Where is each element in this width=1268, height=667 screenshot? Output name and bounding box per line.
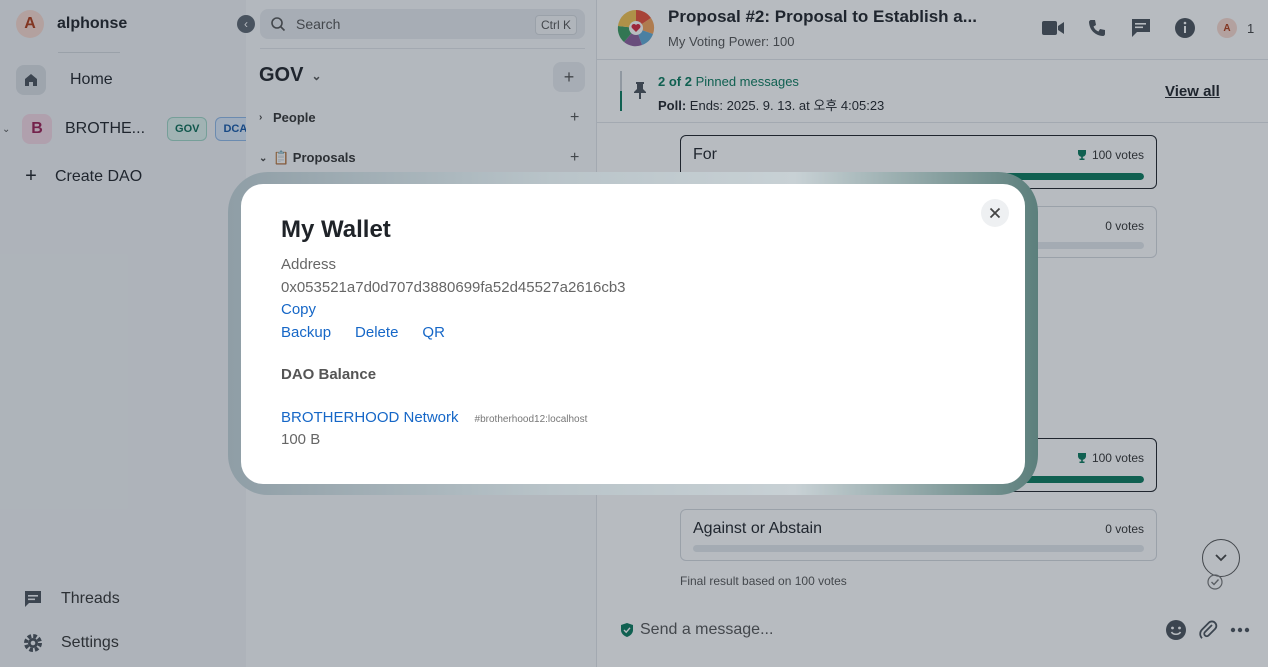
dao-balance-heading: DAO Balance	[281, 366, 377, 383]
qr-link[interactable]: QR	[422, 324, 445, 341]
delete-link[interactable]: Delete	[355, 324, 398, 341]
wallet-address: 0x053521a7d0d707d3880699fa52d45527a2616c…	[281, 279, 626, 296]
wallet-actions: Backup Delete QR	[281, 324, 469, 341]
dialog-title: My Wallet	[281, 216, 391, 243]
copy-address-link[interactable]: Copy	[281, 301, 316, 318]
dao-balance-value: 100 B	[281, 431, 321, 448]
address-label: Address	[281, 256, 337, 273]
close-icon	[989, 207, 1001, 219]
wallet-dialog: My Wallet Address 0x053521a7d0d707d38806…	[241, 184, 1025, 484]
close-button[interactable]	[981, 199, 1009, 227]
dao-name-link[interactable]: BROTHERHOOD Network	[281, 409, 459, 426]
backup-link[interactable]: Backup	[281, 324, 331, 341]
dao-room-id: #brotherhood12:localhost	[474, 414, 588, 425]
dao-balance-row: BROTHERHOOD Network #brotherhood12:local…	[281, 409, 587, 426]
